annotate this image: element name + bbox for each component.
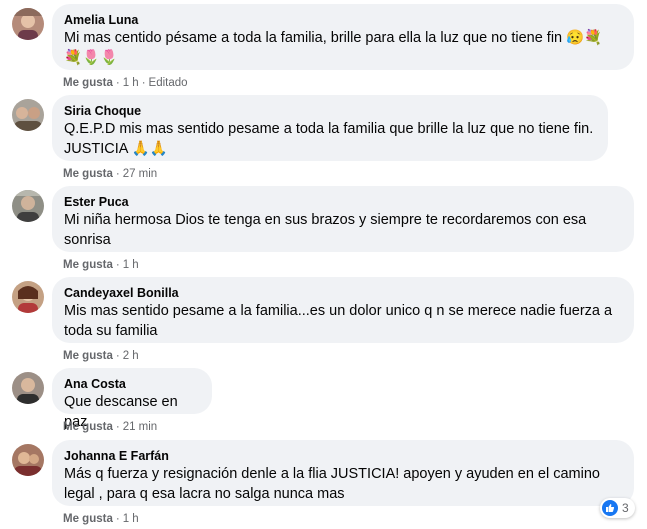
comment-text: Mi mas centido pésame a toda la familia,… xyxy=(64,30,603,66)
comment-actions: Me gusta · 21 min xyxy=(63,421,158,433)
comment-text: Mis mas sentido pesame a la familia...es… xyxy=(64,303,613,339)
comment-author[interactable]: Amelia Luna xyxy=(64,12,622,28)
like-button[interactable]: Me gusta xyxy=(63,350,113,362)
avatar[interactable] xyxy=(12,99,44,131)
comment-bubble: Johanna E Farfán Más q fuerza y resignac… xyxy=(52,440,634,506)
like-icon xyxy=(602,500,618,516)
timestamp[interactable]: 2 h xyxy=(123,350,139,362)
comment-bubble: Ester Puca Mi niña hermosa Dios te tenga… xyxy=(52,186,634,252)
like-button[interactable]: Me gusta xyxy=(63,513,113,525)
comment-bubble: Ana Costa Que descanse en paz xyxy=(52,368,212,430)
timestamp[interactable]: 1 h xyxy=(123,259,139,271)
timestamp[interactable]: 1 h xyxy=(123,77,139,89)
reaction-count: 3 xyxy=(622,501,629,515)
avatar[interactable] xyxy=(12,190,44,222)
comment-text: Mi niña hermosa Dios te tenga en sus bra… xyxy=(64,212,587,248)
edited-label: Editado xyxy=(148,77,188,89)
comment-author[interactable]: Siria Choque xyxy=(64,103,596,119)
comment-actions: Me gusta · 1 h xyxy=(63,259,139,271)
comment-author[interactable]: Ana Costa xyxy=(64,376,200,392)
avatar[interactable] xyxy=(12,372,44,404)
avatar[interactable] xyxy=(12,444,44,476)
comment-actions: Me gusta · 27 min xyxy=(63,168,158,180)
comment-bubble: Amelia Luna Mi mas centido pésame a toda… xyxy=(52,4,634,70)
like-button[interactable]: Me gusta xyxy=(63,77,113,89)
like-button[interactable]: Me gusta xyxy=(63,421,113,433)
comment-text: Q.E.P.D mis mas sentido pesame a toda la… xyxy=(64,121,594,157)
comment-bubble: Candeyaxel Bonilla Mis mas sentido pesam… xyxy=(52,277,634,343)
timestamp[interactable]: 27 min xyxy=(123,168,158,180)
comment-text: Más q fuerza y resignación denle a la fl… xyxy=(64,466,600,502)
comment-actions: Me gusta · 2 h xyxy=(63,350,139,362)
comment-author[interactable]: Johanna E Farfán xyxy=(64,448,622,464)
timestamp[interactable]: 1 h xyxy=(123,513,139,525)
comment-author[interactable]: Candeyaxel Bonilla xyxy=(64,285,622,301)
comment-actions: Me gusta · 1 h xyxy=(63,513,139,525)
like-button[interactable]: Me gusta xyxy=(63,259,113,271)
like-button[interactable]: Me gusta xyxy=(63,168,113,180)
avatar[interactable] xyxy=(12,281,44,313)
timestamp[interactable]: 21 min xyxy=(123,421,158,433)
reactions-summary[interactable]: 3 xyxy=(600,498,635,518)
comment-actions: Me gusta · 1 h · Editado xyxy=(63,77,188,89)
comment-author[interactable]: Ester Puca xyxy=(64,194,622,210)
avatar[interactable] xyxy=(12,8,44,40)
comment-bubble: Siria Choque Q.E.P.D mis mas sentido pes… xyxy=(52,95,608,161)
